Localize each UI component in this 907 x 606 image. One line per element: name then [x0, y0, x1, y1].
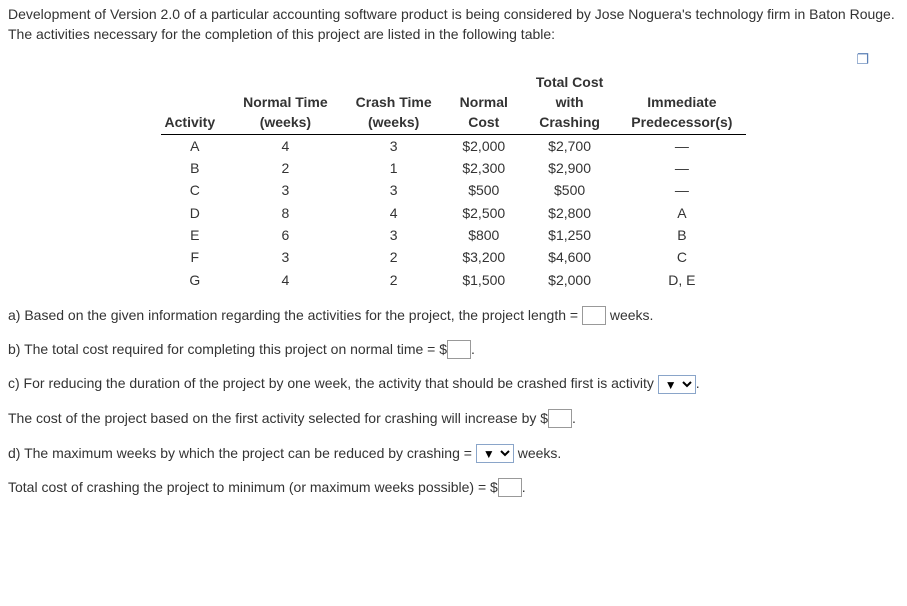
qc2-text-pre: The cost of the project based on the fir… — [8, 410, 548, 426]
qc-text-post: . — [696, 375, 700, 391]
project-length-input[interactable] — [582, 306, 606, 325]
total-crash-cost-input[interactable] — [498, 478, 522, 497]
cost-increase-input[interactable] — [548, 409, 572, 428]
problem-intro: Development of Version 2.0 of a particul… — [8, 4, 899, 45]
col-total-cost: Total CostwithCrashing — [522, 71, 617, 134]
table-row: F32$3,200$4,600C — [161, 246, 747, 268]
qd-text-post: weeks. — [518, 445, 562, 461]
qa-text-post: weeks. — [610, 307, 654, 323]
col-predecessor: ImmediatePredecessor(s) — [617, 71, 746, 134]
activity-table: Activity Normal Time(weeks) Crash Time(w… — [161, 71, 747, 291]
table-row: C33$500$500— — [161, 179, 747, 201]
qb-text-pre: b) The total cost required for completin… — [8, 341, 447, 357]
col-activity: Activity — [161, 71, 230, 134]
table-row: G42$1,500$2,000D, E — [161, 269, 747, 291]
col-crash-time: Crash Time(weeks) — [342, 71, 446, 134]
qe-text-post: . — [522, 479, 526, 495]
qd-text-pre: d) The maximum weeks by which the projec… — [8, 445, 472, 461]
col-normal-cost: NormalCost — [446, 71, 522, 134]
crash-activity-select[interactable]: ▼ — [658, 375, 696, 394]
col-normal-time: Normal Time(weeks) — [229, 71, 342, 134]
max-weeks-select[interactable]: ▼ — [476, 444, 514, 463]
table-row: E63$800$1,250B — [161, 224, 747, 246]
total-cost-input[interactable] — [447, 340, 471, 359]
table-row: B21$2,300$2,900— — [161, 157, 747, 179]
qb-text-post: . — [471, 341, 475, 357]
table-row: D84$2,500$2,800A — [161, 202, 747, 224]
qc-text-pre: c) For reducing the duration of the proj… — [8, 375, 654, 391]
table-row: A43$2,000$2,700— — [161, 134, 747, 157]
qc2-text-post: . — [572, 410, 576, 426]
copy-icon[interactable]: ❐ — [856, 51, 869, 67]
qe-text-pre: Total cost of crashing the project to mi… — [8, 479, 498, 495]
qa-text-pre: a) Based on the given information regard… — [8, 307, 578, 323]
